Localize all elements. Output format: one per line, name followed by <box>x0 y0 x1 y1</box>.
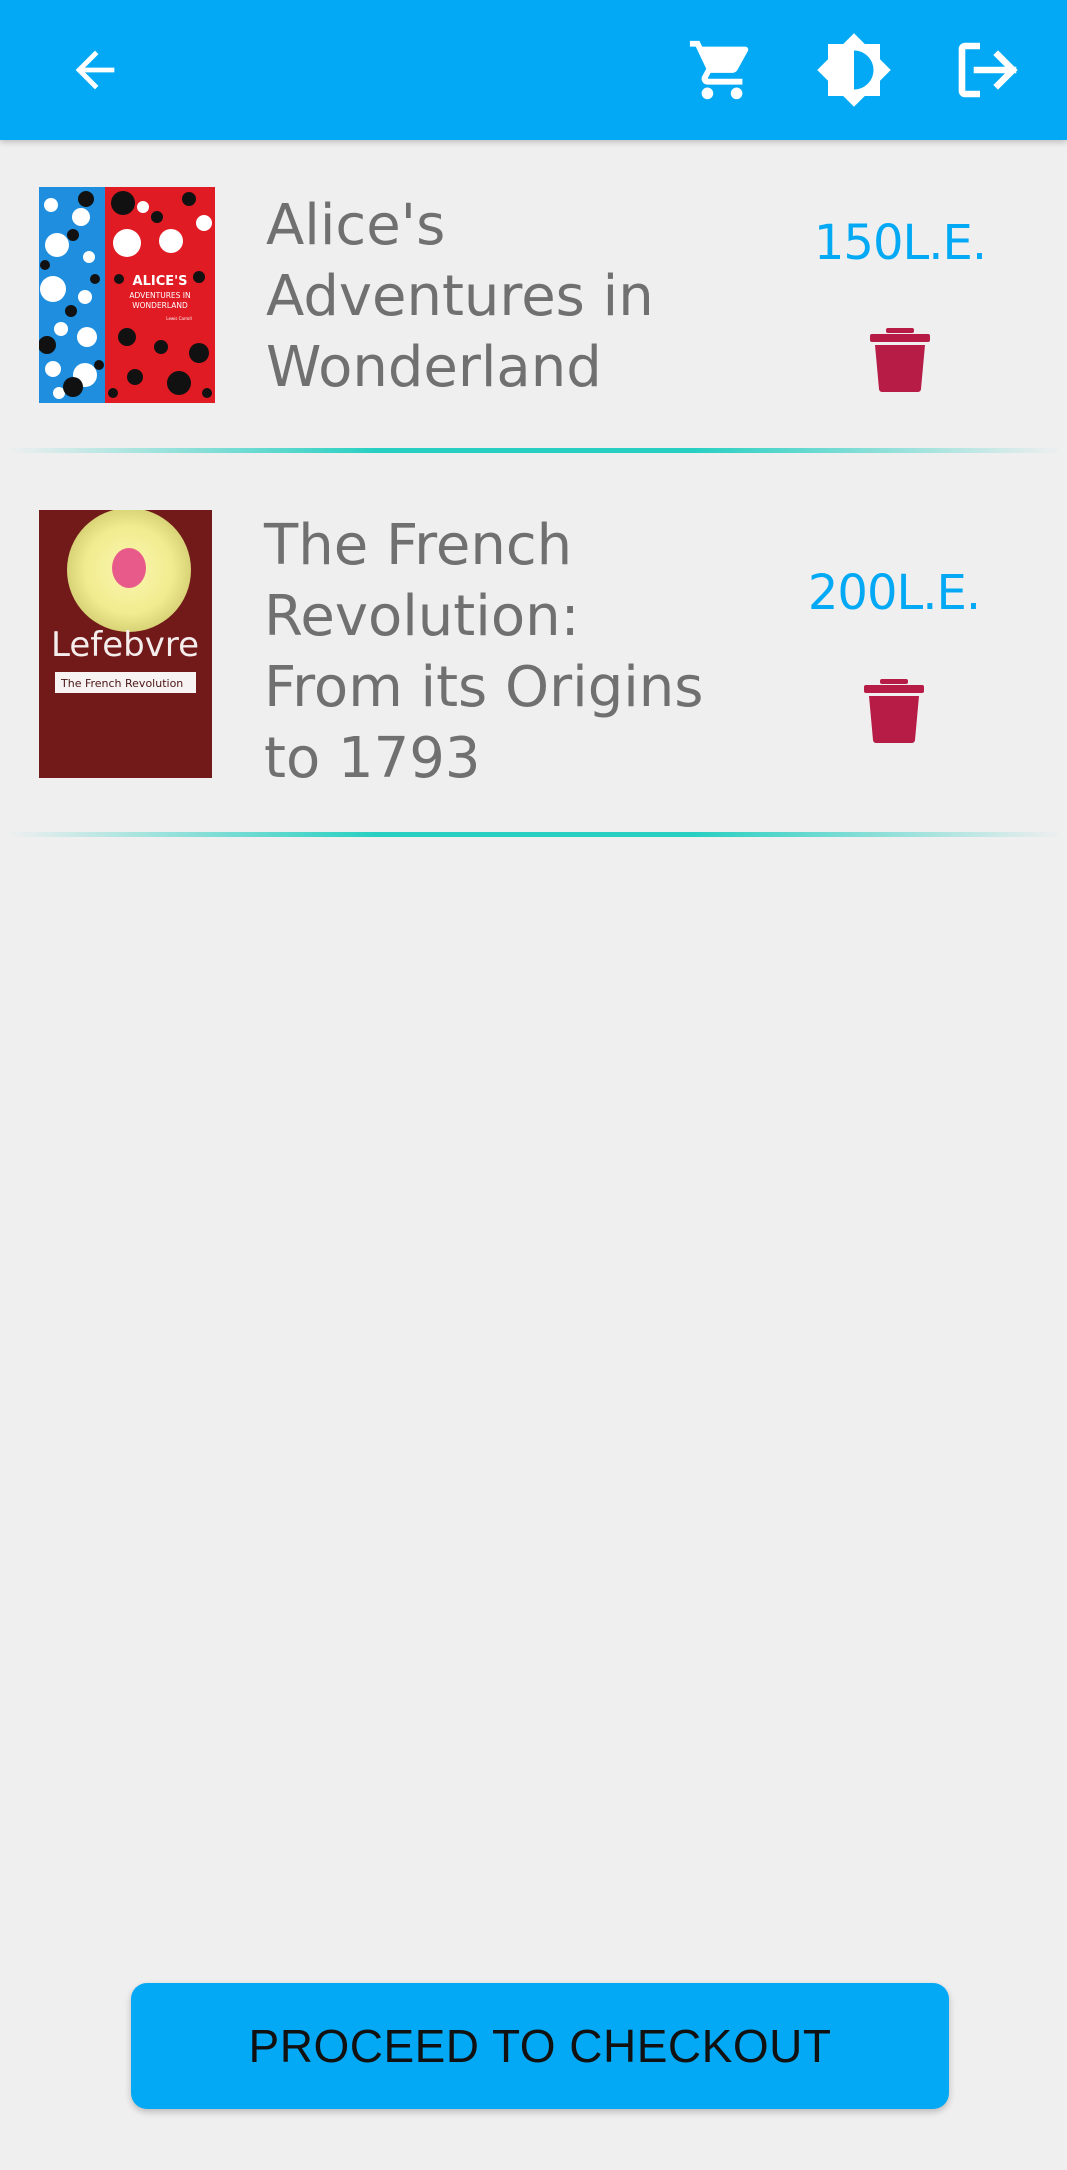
svg-text:Lewis Carroll: Lewis Carroll <box>166 316 191 321</box>
logout-button[interactable] <box>944 0 1028 140</box>
cart-item: Lefebvre The French Revolution The Frenc… <box>0 453 1067 838</box>
cart-button[interactable] <box>680 0 764 140</box>
svg-text:ADVENTURES IN: ADVENTURES IN <box>129 291 190 300</box>
top-app-bar <box>0 0 1067 140</box>
book-cover-alice: ALICE'S ADVENTURES IN WONDERLAND Lewis C… <box>39 187 215 403</box>
delete-item-button[interactable] <box>862 677 926 743</box>
cart-icon <box>689 40 749 100</box>
item-divider <box>8 832 1062 837</box>
alice-cover-art: ALICE'S ADVENTURES IN WONDERLAND Lewis C… <box>39 187 215 403</box>
cover-author: Lefebvre <box>51 625 199 665</box>
back-button[interactable] <box>55 0 135 140</box>
book-title: Alice's Adventures in Wonderland <box>266 193 654 400</box>
book-price: 150L.E. <box>813 215 987 271</box>
svg-text:ALICE'S: ALICE'S <box>133 274 188 289</box>
arrow-left-icon <box>75 50 115 90</box>
theme-toggle-button[interactable] <box>812 0 896 140</box>
cover-subtitle: The French Revolution <box>60 677 183 690</box>
book-cover-lefebvre: Lefebvre The French Revolution <box>39 510 212 778</box>
book-title: The French Revolution: From its Origins … <box>264 513 704 791</box>
svg-text:WONDERLAND: WONDERLAND <box>132 301 188 310</box>
cart-item: ALICE'S ADVENTURES IN WONDERLAND Lewis C… <box>0 140 1067 453</box>
trash-icon <box>870 328 930 392</box>
trash-icon <box>864 679 924 743</box>
delete-item-button[interactable] <box>868 326 932 392</box>
book-price: 200L.E. <box>807 565 981 621</box>
proceed-to-checkout-button[interactable]: PROCEED TO CHECKOUT <box>131 1983 949 2109</box>
brightness-icon <box>817 33 891 107</box>
logout-icon <box>958 42 1018 98</box>
lefebvre-cover-art: Lefebvre The French Revolution <box>39 510 212 778</box>
